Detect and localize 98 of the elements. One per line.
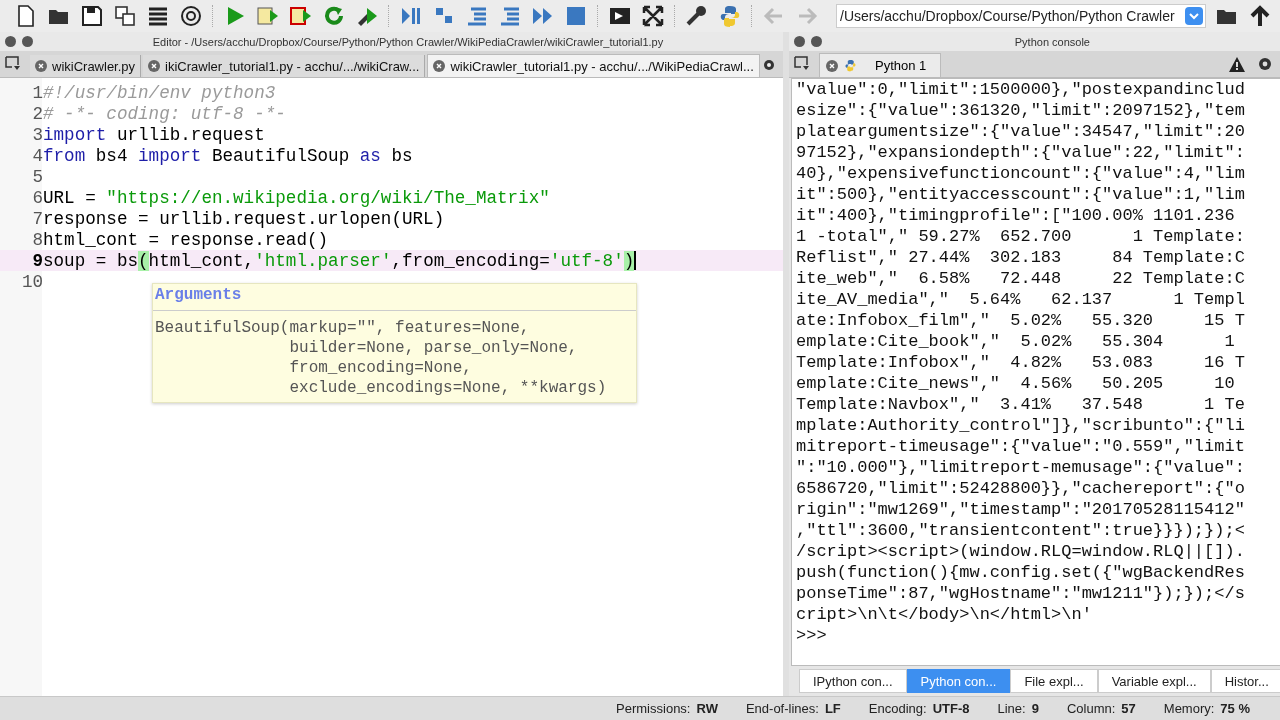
python-logo-icon[interactable]	[718, 4, 742, 28]
status-value: 75 %	[1220, 701, 1250, 716]
status-label: Encoding:	[868, 701, 927, 716]
console-line: ite_web"," 6.58% 72.448 22 Template:C	[796, 268, 1246, 289]
file-tab[interactable]: wikiCrawler_tutorial1.py - acchu/.../WikiPediaCrawl...	[427, 54, 760, 77]
console-prompt: >>>	[796, 625, 828, 646]
path-field[interactable]: /Users/acchu/Dropbox/Course/Python/Python Crawler	[836, 4, 1206, 28]
line-number: 3	[31, 124, 43, 145]
close-icon[interactable]	[433, 60, 446, 72]
code-line: import urllib.request	[43, 124, 265, 145]
warning-icon[interactable]	[1228, 57, 1245, 72]
console-line: plateargumentsize":{"value":34547,"limit":20	[796, 121, 1246, 142]
console-line: it":500},"entityaccesscount":{"value":1,"lim	[796, 184, 1246, 205]
pane-tab[interactable]: IPython con...	[799, 669, 907, 693]
close-icon[interactable]	[148, 60, 161, 72]
calltip-title: Arguments	[153, 284, 636, 311]
dropdown-button[interactable]	[1185, 7, 1203, 25]
python-logo-icon	[844, 59, 857, 72]
console-line: 6586720,"limit":52428800}},"cachereport":{"o	[796, 478, 1246, 499]
stop-icon[interactable]	[564, 4, 588, 28]
file-tab[interactable]: wikiCrawler.py	[30, 55, 142, 77]
status-label: Line:	[997, 701, 1026, 716]
settings-icon[interactable]	[1256, 56, 1273, 72]
console-line: emplate:Cite_news"," 4.56% 50.205 10	[796, 373, 1236, 394]
console-line: 1 -total"," 59.27% 652.700 1 Template:	[796, 226, 1246, 247]
status-value: 9	[1031, 701, 1039, 716]
console-line: ponseTime":87,"wgHostname":"mw1211"});});</s	[796, 583, 1246, 604]
code-line: response = urllib.request.urlopen(URL)	[43, 208, 445, 229]
code-line: URL = "https://en.wikipedia.org/wiki/The_Matrix"	[43, 187, 550, 208]
code-editor[interactable]	[0, 78, 783, 696]
status-value: RW	[696, 701, 718, 716]
file-tab[interactable]: ikiCrawler_tutorial1.py - acchu/.../wikiCraw...	[143, 55, 426, 77]
status-label: Column:	[1066, 701, 1116, 716]
code-line: #!/usr/bin/env python3	[43, 82, 276, 103]
status-label: End-of-lines:	[745, 701, 819, 716]
console-line: mitreport-timeusage":{"value":"0.559","limit	[796, 436, 1246, 457]
console-line: ite_AV_media"," 5.64% 62.137 1 Templ	[796, 289, 1246, 310]
console-line: ":"10.000"},"limitreport-memusage":{"value":	[796, 457, 1246, 478]
run-cell-icon[interactable]	[256, 4, 280, 28]
console-line: "value":0,"limit":1500000},"postexpandinclud	[796, 79, 1246, 100]
pane-title: Python console	[1013, 35, 1091, 48]
console-line: push(function(){mw.config.set({"wgBackendRes	[796, 562, 1246, 583]
console-line: ate:Infobox_film"," 5.02% 55.320 15 T	[796, 310, 1246, 331]
console-line: /script><script>(window.RLQ=window.RLQ||[]).	[796, 541, 1246, 562]
save-all-icon[interactable]	[113, 4, 137, 28]
console-line: rigin":"mw1269","timestamp":"20170528115412"	[796, 499, 1246, 520]
settings-icon[interactable]	[761, 58, 776, 72]
signature-line: BeautifulSoup(markup="", features=None,	[155, 319, 531, 339]
console-line: emplate:Cite_book"," 5.02% 55.304 1	[796, 331, 1236, 352]
signature-line: exclude_encodings=None, **kwargs)	[288, 379, 608, 399]
status-value: LF	[824, 701, 841, 716]
close-pane-button[interactable]	[794, 36, 805, 47]
line-number: 5	[31, 166, 43, 187]
undock-pane-button[interactable]	[811, 36, 822, 47]
pane-title: Editor - /Users/acchu/Dropbox/Course/Python/Python Crawler/WikiPediaCrawler/wikiCrawler_tutorial1.py	[151, 35, 665, 48]
code-line: from bs4 import BeautifulSoup as bs	[43, 145, 413, 166]
pane-tab[interactable]: Variable expl...	[1097, 669, 1211, 693]
code-line: # -*- coding: utf-8 -*-	[43, 103, 286, 124]
console-line: cript>\n\t</body>\n</html>\n'	[796, 604, 1093, 625]
console-output[interactable]	[791, 78, 1280, 666]
console-tab[interactable]: Python 1	[819, 53, 942, 77]
status-value: 57	[1121, 701, 1136, 716]
code-line: soup = bs(html_cont,'html.parser',from_encoding='utf-8')	[43, 250, 636, 271]
console-line: 97152},"expansiondepth":{"value":22,"limit":	[796, 142, 1246, 163]
save-icon[interactable]	[80, 4, 104, 28]
line-number: 7	[31, 208, 43, 229]
undock-pane-button[interactable]	[22, 36, 33, 47]
run-cell-advance-icon[interactable]	[289, 4, 313, 28]
console-line: it":400},"timingprofile":["100.00% 1101.236	[796, 205, 1236, 226]
line-number: 2	[31, 103, 43, 124]
close-icon[interactable]	[826, 59, 838, 72]
line-number: 9	[31, 250, 43, 271]
console-line: Template:Infobox"," 4.82% 53.083 16 T	[796, 352, 1246, 373]
signature-line: from_encoding=None,	[288, 359, 473, 379]
status-value: UTF-8	[932, 701, 970, 716]
console-line: esize":{"value":361320,"limit":2097152},"tem	[796, 100, 1246, 121]
rerun-icon[interactable]	[322, 4, 346, 28]
signature-line: builder=None, parse_only=None,	[288, 339, 579, 359]
pane-tab[interactable]: Histor...	[1210, 669, 1280, 693]
line-number: 10	[20, 271, 43, 292]
console-line: mplate:Authority_control"]},"scribunto":{"li	[796, 415, 1246, 436]
pane-tab[interactable]: File expl...	[1010, 669, 1098, 693]
fullscreen-icon[interactable]	[641, 4, 665, 28]
line-number: 6	[31, 187, 43, 208]
status-label: Permissions:	[616, 701, 691, 716]
up-arrow-icon[interactable]	[1248, 4, 1272, 28]
line-number: 4	[31, 145, 43, 166]
console-line: 40},"expensivefunctioncount":{"value":4,"lim	[796, 163, 1246, 184]
line-number: 1	[31, 82, 43, 103]
code-line: html_cont = response.read()	[43, 229, 329, 250]
chevron-down-icon	[1189, 12, 1199, 20]
line-number: 8	[31, 229, 43, 250]
close-pane-button[interactable]	[5, 36, 16, 47]
close-icon[interactable]	[35, 60, 47, 72]
console-line: Reflist"," 27.44% 302.183 84 Template:C	[796, 247, 1246, 268]
console-line: Template:Navbox"," 3.41% 37.548 1 Te	[796, 394, 1246, 415]
console-line: ,"ttl":3600,"transientcontent":true}}});});<	[796, 520, 1246, 541]
status-label: Memory:	[1163, 701, 1215, 716]
